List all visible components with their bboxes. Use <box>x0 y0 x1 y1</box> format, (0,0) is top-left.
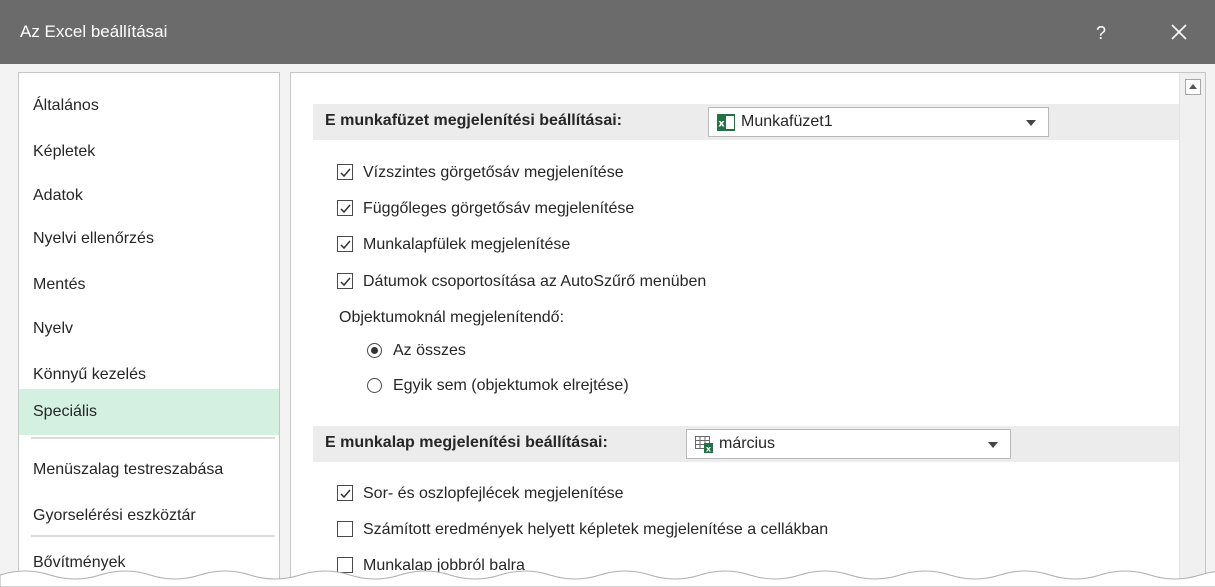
workbook-section-label: E munkafüzet megjelenítési beállításai: <box>325 112 622 129</box>
options-nav: Általános Képletek Adatok Nyelvi ellenőr… <box>18 72 280 587</box>
checkmark-icon <box>340 168 351 178</box>
sheet-select[interactable]: x március <box>686 429 1011 459</box>
options-content: E munkafüzet megjelenítési beállításai: … <box>290 72 1206 587</box>
option-label: Vízszintes görgetősáv megjelenítése <box>363 164 624 181</box>
nav-separator <box>31 535 275 537</box>
radio-label: Egyik sem (objektumok elrejtése) <box>393 377 629 394</box>
radio-button[interactable] <box>367 378 382 393</box>
close-icon <box>1171 24 1187 40</box>
objects-label: Objektumoknál megjelenítendő: <box>339 309 565 326</box>
sheet-select-value: március <box>719 435 776 452</box>
radio-button[interactable] <box>367 343 382 358</box>
nav-item-general[interactable]: Általános <box>19 83 279 129</box>
nav-separator <box>31 437 275 439</box>
checkmark-icon <box>340 204 351 214</box>
option-label: Számított eredmények helyett képletek me… <box>363 521 829 538</box>
torn-edge <box>0 570 1215 587</box>
nav-item-customize-ribbon[interactable]: Menüszalag testreszabása <box>19 447 279 493</box>
radio-label: Az összes <box>393 342 466 359</box>
title-bar: Az Excel beállításai ? <box>0 0 1215 64</box>
option-label: Függőleges görgetősáv megjelenítése <box>363 200 635 217</box>
checkbox[interactable] <box>337 164 353 180</box>
vertical-scrollbar[interactable] <box>1179 73 1205 587</box>
checkbox[interactable] <box>337 273 353 289</box>
nav-item-quick-access-toolbar[interactable]: Gyorselérési eszköztár <box>19 493 279 539</box>
excel-sheet-icon: x <box>695 436 713 453</box>
nav-item-formulas[interactable]: Képletek <box>19 129 279 175</box>
help-button[interactable]: ? <box>1086 18 1116 48</box>
workbook-select[interactable]: x Munkafüzet1 <box>708 107 1049 137</box>
option-label: Sor- és oszlopfejlécek megjelenítése <box>363 485 624 502</box>
nav-item-save[interactable]: Mentés <box>19 262 279 308</box>
window-title: Az Excel beállításai <box>20 22 168 41</box>
sheet-section-header: E munkalap megjelenítési beállításai: x … <box>313 426 1183 462</box>
chevron-down-icon <box>1026 120 1036 126</box>
checkbox[interactable] <box>337 521 353 537</box>
scroll-up-button[interactable] <box>1185 79 1201 95</box>
checkbox[interactable] <box>337 200 353 216</box>
checkbox[interactable] <box>337 485 353 501</box>
checkmark-icon <box>340 240 351 250</box>
checkmark-icon <box>340 489 351 499</box>
option-label: Munkalapfülek megjelenítése <box>363 236 571 253</box>
excel-workbook-icon: x <box>717 114 735 131</box>
close-button[interactable] <box>1161 14 1197 50</box>
checkbox[interactable] <box>337 236 353 252</box>
workbook-section-header: E munkafüzet megjelenítési beállításai: … <box>313 104 1183 140</box>
svg-text:x: x <box>706 445 712 454</box>
nav-item-advanced[interactable]: Speciális <box>19 389 279 435</box>
workbook-select-value: Munkafüzet1 <box>741 113 833 130</box>
option-label: Dátumok csoportosítása az AutoSzűrő menü… <box>363 273 707 290</box>
sheet-section-label: E munkalap megjelenítési beállításai: <box>325 434 608 451</box>
nav-item-language[interactable]: Nyelv <box>19 306 279 352</box>
svg-text:x: x <box>718 119 725 130</box>
nav-item-data[interactable]: Adatok <box>19 173 279 219</box>
dialog-body: Általános Képletek Adatok Nyelvi ellenőr… <box>0 64 1215 587</box>
nav-item-proofing[interactable]: Nyelvi ellenőrzés <box>19 216 279 262</box>
chevron-down-icon <box>988 442 998 448</box>
checkmark-icon <box>340 277 351 287</box>
